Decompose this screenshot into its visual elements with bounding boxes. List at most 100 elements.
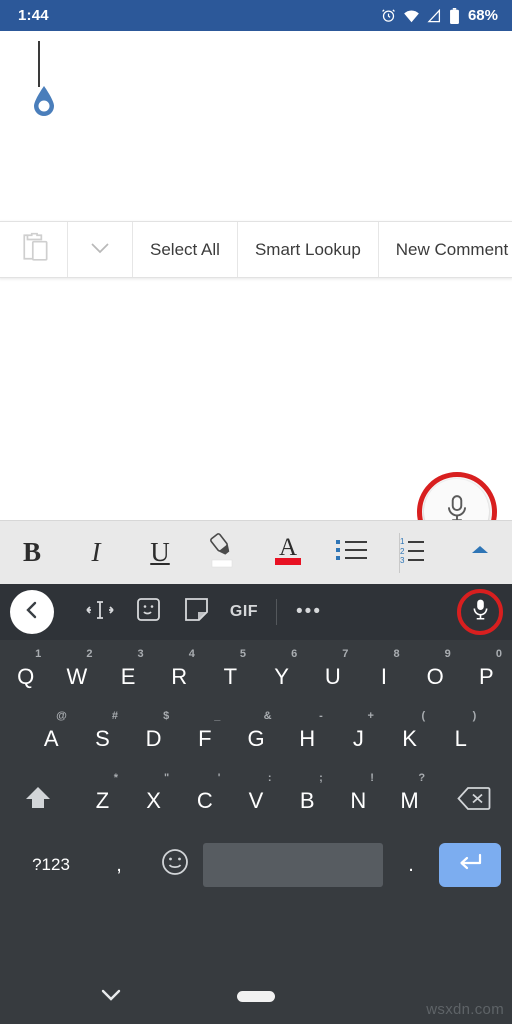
font-color-button[interactable]: A — [256, 521, 320, 585]
key-hint: _ — [214, 710, 221, 722]
key-s[interactable]: # S — [77, 708, 128, 770]
key-label: R — [171, 664, 188, 689]
key-label: T — [223, 664, 238, 689]
key-hint: ? — [418, 772, 426, 784]
key-label: J — [352, 726, 364, 751]
backspace-key[interactable] — [435, 770, 512, 832]
paste-button[interactable] — [0, 222, 68, 277]
text-selection-handle-icon[interactable] — [31, 85, 57, 124]
emoji-key[interactable] — [147, 834, 203, 896]
key-m[interactable]: ? M — [384, 770, 435, 832]
bulleted-list-button[interactable] — [320, 521, 384, 585]
font-color-icon: A — [271, 531, 305, 574]
key-y[interactable]: 6Y — [256, 646, 307, 708]
key-label: U — [324, 664, 341, 689]
key-j[interactable]: + J — [333, 708, 384, 770]
caret-line — [38, 41, 40, 87]
text-edit-button[interactable] — [76, 590, 124, 634]
text-cursor[interactable] — [31, 41, 55, 127]
key-label: S — [95, 726, 110, 751]
key-v[interactable]: :V — [230, 770, 281, 832]
enter-icon — [456, 851, 484, 879]
key-hint: # — [111, 710, 119, 722]
shift-key[interactable] — [0, 770, 77, 832]
sticker-button[interactable] — [124, 590, 172, 634]
key-label: I — [380, 664, 388, 689]
document-canvas[interactable]: Select All Smart Lookup New Comment — [0, 31, 512, 552]
clipboard-button[interactable] — [172, 590, 220, 634]
key-w[interactable]: 2W — [51, 646, 102, 708]
key-q[interactable]: 1Q — [0, 646, 51, 708]
key-c[interactable]: ' C — [179, 770, 230, 832]
bold-button[interactable]: B — [0, 521, 64, 585]
key-e[interactable]: 3E — [102, 646, 153, 708]
more-options-button[interactable]: ••• — [285, 590, 333, 634]
key-label: C — [196, 788, 213, 813]
period-key[interactable]: . — [383, 834, 439, 896]
key-h[interactable]: -H — [282, 708, 333, 770]
paste-icon — [21, 231, 51, 268]
expand-toolbar-button[interactable] — [448, 521, 512, 585]
gif-button[interactable]: GIF — [220, 590, 268, 634]
key-a[interactable]: @ A — [26, 708, 77, 770]
key-x[interactable]: " X — [128, 770, 179, 832]
svg-text:2: 2 — [400, 547, 405, 556]
key-hint: ( — [421, 710, 426, 722]
key-k[interactable]: (K — [384, 708, 435, 770]
key-hint: 4 — [188, 648, 195, 660]
bulleted-list-icon — [335, 537, 369, 568]
key-u[interactable]: 7U — [307, 646, 358, 708]
key-label: G — [247, 726, 265, 751]
italic-label: I — [91, 537, 101, 567]
key-l[interactable]: ) L — [435, 708, 486, 770]
key-hint: $ — [163, 710, 170, 722]
key-n[interactable]: ! N — [333, 770, 384, 832]
keyboard-back-button[interactable] — [10, 590, 54, 634]
key-t[interactable]: 5T — [205, 646, 256, 708]
comma-key[interactable]: , — [91, 834, 147, 896]
key-f[interactable]: _ F — [179, 708, 230, 770]
key-d[interactable]: $ D — [128, 708, 179, 770]
chevron-up-icon — [469, 543, 491, 562]
space-key[interactable] — [203, 843, 383, 887]
keyboard-row-3: * Z " X ' C :V ; B ! N ? M — [0, 770, 512, 832]
key-b[interactable]: ; B — [282, 770, 333, 832]
key-r[interactable]: 4R — [154, 646, 205, 708]
numbered-list-button[interactable]: 1 2 3 — [384, 521, 448, 585]
key-hint: 2 — [86, 648, 93, 660]
chevron-down-icon — [90, 240, 110, 260]
key-hint: 3 — [137, 648, 144, 660]
key-i[interactable]: 8I — [358, 646, 409, 708]
key-label: Z — [95, 788, 110, 813]
underline-button[interactable]: U — [128, 521, 192, 585]
enter-key[interactable] — [439, 843, 501, 887]
keyboard-row-4: ?123 , . — [0, 832, 512, 898]
symbols-key[interactable]: ?123 — [11, 834, 91, 896]
key-hint: ! — [370, 772, 374, 784]
dismiss-keyboard-button[interactable] — [100, 988, 122, 1007]
microphone-icon — [472, 598, 489, 626]
smart-lookup-button[interactable]: Smart Lookup — [238, 222, 379, 277]
more-options-icon: ••• — [296, 601, 322, 622]
key-hint: : — [267, 772, 272, 784]
new-comment-button[interactable]: New Comment — [379, 222, 512, 277]
key-label: E — [120, 664, 136, 689]
key-label: P — [479, 664, 494, 689]
key-label: W — [66, 664, 88, 689]
highlighter-button[interactable] — [192, 521, 256, 585]
home-indicator[interactable] — [237, 991, 275, 1002]
italic-button[interactable]: I — [64, 521, 128, 585]
key-hint: @ — [56, 710, 67, 722]
select-all-button[interactable]: Select All — [133, 222, 238, 277]
key-z[interactable]: * Z — [77, 770, 128, 832]
backspace-icon — [456, 786, 491, 817]
key-label: D — [145, 726, 162, 751]
context-menu-overflow-button[interactable] — [68, 222, 133, 277]
key-label: B — [299, 788, 315, 813]
key-hint: 1 — [35, 648, 42, 660]
voice-input-button[interactable] — [457, 589, 503, 635]
key-o[interactable]: 9O — [410, 646, 461, 708]
key-p[interactable]: 0P — [461, 646, 512, 708]
key-g[interactable]: & G — [230, 708, 281, 770]
shift-icon — [23, 784, 53, 818]
